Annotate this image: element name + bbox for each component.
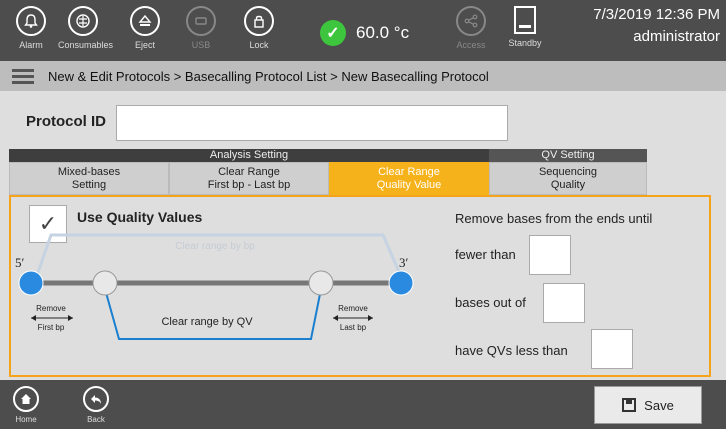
back-label: Back (87, 415, 105, 424)
protocol-id-input[interactable] (116, 105, 508, 141)
datetime: 7/3/2019 12:36 PM (593, 6, 720, 23)
first-bp-label: First bp (38, 323, 65, 332)
top-toolbar: Alarm Consumables Eject USB Lock ✓ 60.0 … (0, 0, 726, 61)
user-name: administrator (633, 28, 720, 45)
lock-label: Lock (249, 40, 269, 50)
consumables-button[interactable]: Consumables (58, 6, 114, 50)
remove-bases-text: Remove bases from the ends until (455, 211, 653, 226)
start-node (18, 270, 44, 296)
analysis-setting-header: Analysis Setting (9, 149, 489, 162)
lock-icon (244, 6, 274, 36)
breadcrumb: New & Edit Protocols > Basecalling Proto… (48, 68, 489, 84)
tab-mixed-bases[interactable]: Mixed-bases Setting (9, 162, 169, 195)
eject-icon (130, 6, 160, 36)
have-qvs-input[interactable] (591, 329, 633, 369)
tab-sequencing-quality[interactable]: Sequencing Quality (489, 162, 647, 195)
usb-button[interactable]: USB (176, 6, 226, 50)
tab-label: Clear Range Quality Value (376, 165, 442, 191)
first-bp-handle (92, 270, 118, 296)
temperature-value: 60.0 °c (356, 23, 410, 42)
clear-by-bp-text: Clear range by bp (175, 241, 255, 252)
consumables-icon (68, 6, 98, 36)
check-icon: ✓ (320, 20, 346, 46)
back-icon (83, 386, 109, 412)
last-bp-label: Last bp (340, 323, 367, 332)
clear-by-qv-text: Clear range by QV (161, 316, 253, 328)
eject-label: Eject (134, 40, 155, 50)
bottom-toolbar: Home Back Save (0, 380, 726, 429)
three-prime-label: 3′ (399, 255, 409, 270)
access-label: Access (456, 40, 486, 50)
standby-icon (514, 6, 536, 34)
access-button[interactable]: Access (446, 6, 496, 50)
tab-label: Mixed-bases Setting (57, 165, 121, 191)
menu-icon[interactable] (12, 66, 34, 87)
bell-icon (16, 6, 46, 36)
breadcrumb-bar: New & Edit Protocols > Basecalling Proto… (0, 61, 726, 91)
remove-last-label: Remove (338, 304, 368, 313)
clear-range-qv-outline (104, 288, 322, 340)
five-prime-label: 5′ (15, 255, 25, 270)
bases-out-of-label: bases out of (455, 295, 526, 310)
alarm-button[interactable]: Alarm (6, 6, 56, 50)
usb-label: USB (191, 40, 211, 50)
remove-first-label: Remove (36, 304, 66, 313)
clear-range-diagram: Clear range by bp 5′ 3′ Remove First bp … (15, 233, 414, 340)
tab-label: Clear Range First bp - Last bp (207, 165, 291, 191)
tab-clear-range-qv[interactable]: Clear Range Quality Value (329, 162, 489, 195)
alarm-label: Alarm (19, 40, 43, 50)
home-label: Home (15, 415, 37, 424)
home-button[interactable]: Home (6, 386, 46, 424)
main-content: Protocol ID Analysis Setting QV Setting … (0, 91, 726, 380)
end-node (388, 270, 414, 296)
save-button[interactable]: Save (594, 386, 702, 424)
fewer-than-input[interactable] (529, 235, 571, 275)
qv-setting-header: QV Setting (489, 149, 647, 162)
save-icon (622, 398, 637, 412)
eject-button[interactable]: Eject (120, 6, 170, 50)
clear-range-qv-panel: ✓ Use Quality Values Clear range by bp 5… (9, 195, 711, 377)
standby-button[interactable]: Standby (500, 6, 550, 48)
bases-out-of-input[interactable] (543, 283, 585, 323)
protocol-id-label: Protocol ID (26, 113, 107, 130)
have-qvs-label: have QVs less than (455, 343, 568, 358)
consumables-label: Consumables (58, 40, 114, 50)
save-label: Save (644, 397, 674, 413)
fewer-than-label: fewer than (455, 247, 516, 262)
home-icon (13, 386, 39, 412)
standby-label: Standby (508, 38, 542, 48)
back-button[interactable]: Back (76, 386, 116, 424)
lock-button[interactable]: Lock (234, 6, 284, 50)
share-icon (456, 6, 486, 36)
tab-label: Sequencing Quality (538, 165, 598, 191)
temperature-status: ✓ 60.0 °c (320, 20, 409, 46)
tab-clear-range-bp[interactable]: Clear Range First bp - Last bp (169, 162, 329, 195)
last-bp-handle (308, 270, 334, 296)
usb-icon (186, 6, 216, 36)
